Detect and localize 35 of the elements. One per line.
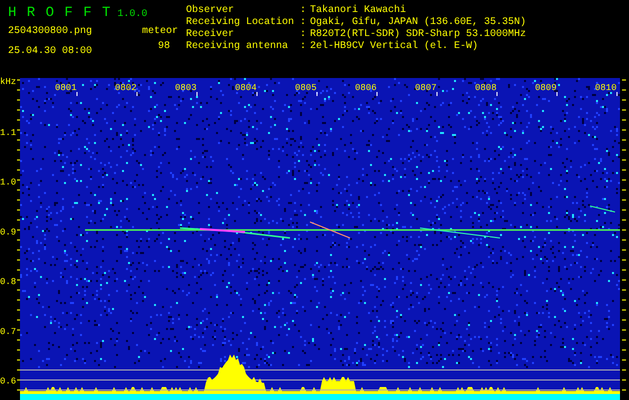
frequency-label: 0.7 [0, 326, 16, 337]
time-label: 0803 [175, 83, 197, 93]
meteor-count: 98 [158, 41, 170, 53]
date-time: 25.04.30 08:00 [8, 46, 94, 58]
info-value: Takanori Kawachi [310, 5, 408, 16]
time-label: 0808 [475, 83, 497, 93]
info-separator: : [300, 41, 308, 53]
time-label: 0809 [535, 83, 557, 93]
frequency-label: 1.1 [0, 128, 16, 138]
frequency-label: 0.9 [0, 227, 16, 238]
frequency-label: 1.0 [0, 178, 16, 188]
unit-label: kHz [0, 77, 16, 87]
app-title: H R O F F T [8, 5, 112, 21]
info-value: R820T2(RTL-SDR) SDR-Sharp 53.1000MHz [310, 29, 526, 40]
frequency-label: 0.8 [0, 277, 16, 288]
info-label: Observer [186, 5, 236, 16]
time-label: 0807 [415, 83, 437, 93]
info-value: Ogaki, Gifu, JAPAN (136.60E, 35.35N) [310, 17, 526, 28]
info-label: Receiver [186, 29, 236, 40]
info-separator: : [300, 5, 308, 17]
time-label: 0810 [595, 83, 617, 93]
info-separator: : [300, 29, 308, 41]
info-separator: : [300, 17, 308, 29]
info-label: Receiving Location [186, 17, 296, 28]
time-label: 0804 [235, 83, 257, 93]
frequency-label: 0.6 [0, 376, 16, 386]
meteor-label: meteor [142, 26, 178, 38]
info-value: 2el-HB9CV Vertical (el. E-W) [310, 41, 480, 53]
file-name: 2504300800.png [8, 26, 94, 38]
time-label: 0801 [55, 83, 77, 93]
time-label: 0806 [355, 83, 377, 93]
version-label: 1.0.0 [117, 9, 148, 20]
time-label: 0805 [295, 83, 317, 93]
time-label: 0802 [115, 83, 137, 93]
info-label: Receiving antenna [186, 41, 290, 53]
